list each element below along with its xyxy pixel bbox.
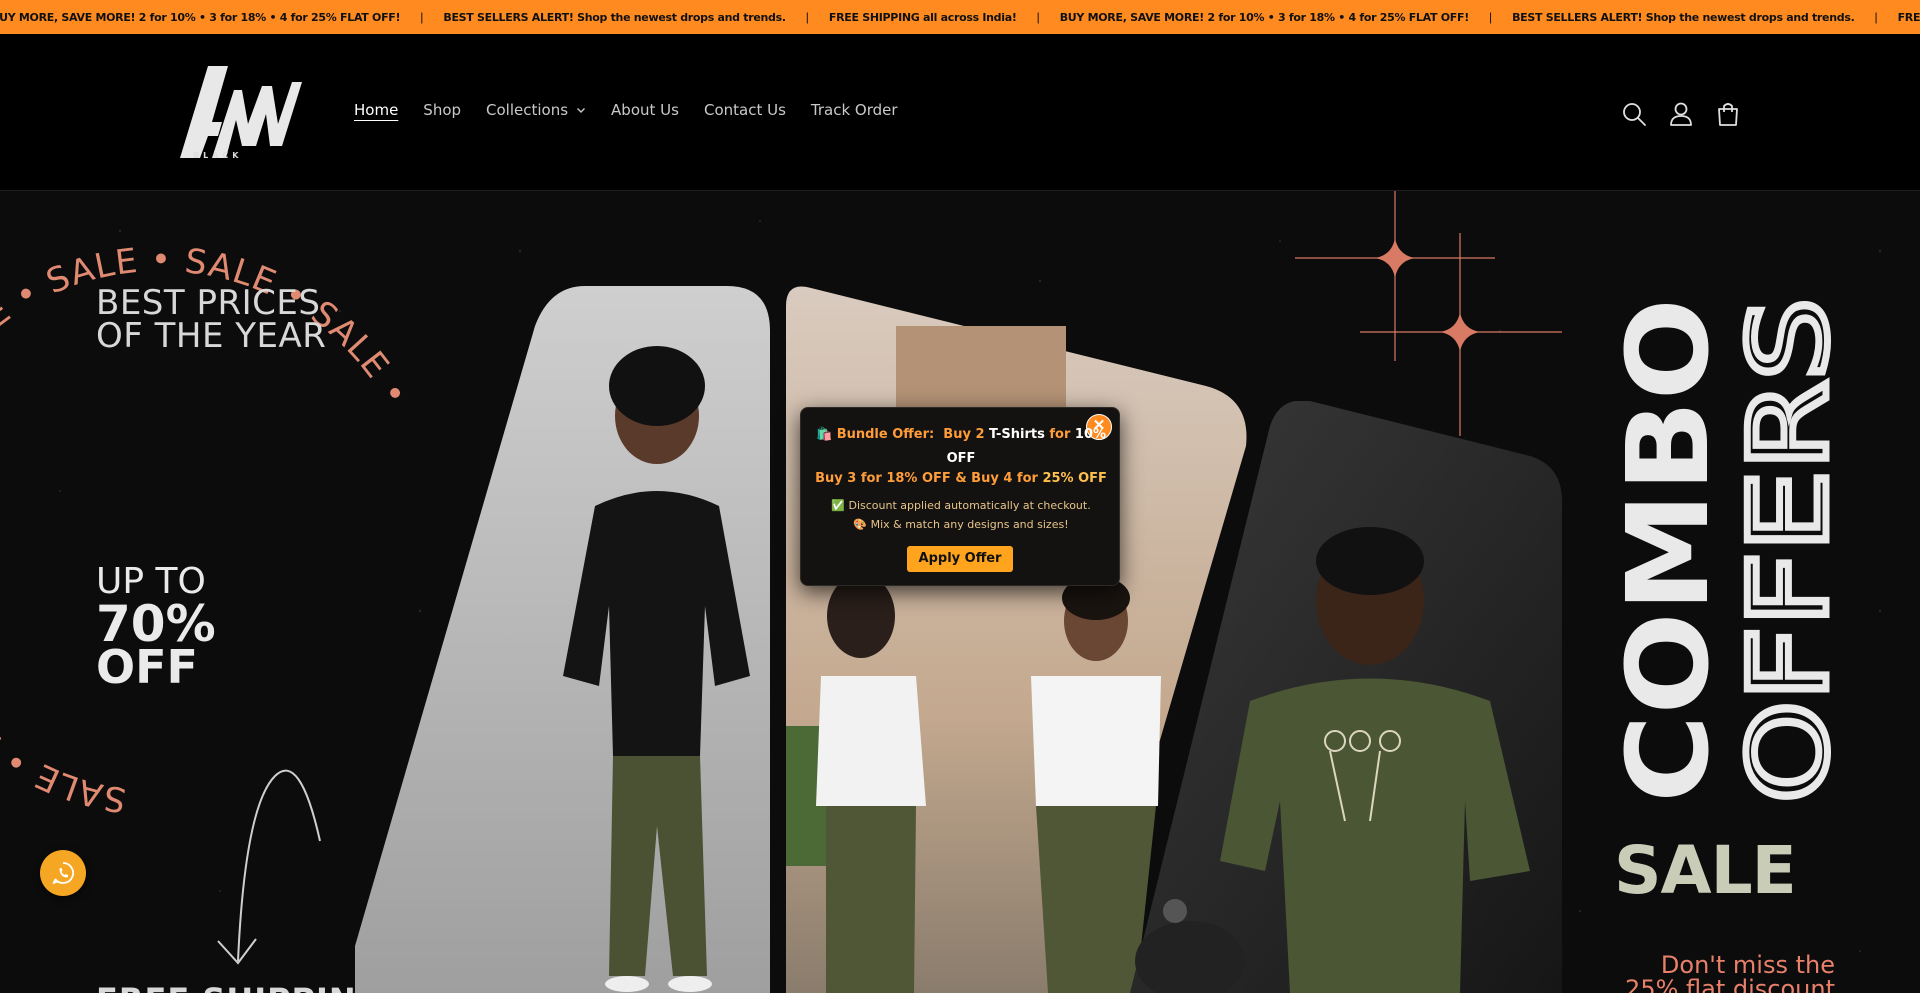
offers-text: OFFERS: [1730, 295, 1850, 807]
palette-icon: 🎨: [853, 518, 868, 531]
announcement-separator: |: [1874, 10, 1878, 24]
whatsapp-button[interactable]: [40, 850, 86, 896]
site-header: BLACK Home Shop Collections About Us Con…: [0, 34, 1920, 191]
logo[interactable]: BLACK: [0, 34, 320, 191]
logo-mark-icon: [180, 66, 302, 158]
popup-buy-2: Buy 2: [943, 427, 985, 442]
main-nav: Home Shop Collections About Us Contact U…: [354, 101, 923, 119]
popup-note-mix: 🎨 Mix & match any designs and sizes!: [811, 518, 1111, 531]
search-icon[interactable]: [1620, 100, 1648, 128]
best-prices-line-2: OF THE YEAR: [96, 316, 327, 356]
combo-text: COMBO: [1607, 298, 1727, 803]
announcement-separator: |: [1488, 10, 1493, 24]
shopping-bags-icon: 🛍️: [815, 427, 833, 442]
dont-miss-text: Don't miss the 25% flat discount: [1610, 953, 1835, 993]
popup-offer-line-2a: Buy 3 for 18% OFF & Buy 4 for: [815, 471, 1038, 486]
hero-banner[interactable]: SALE • SALE • SALE • SALE • SALE • SALE …: [0, 191, 1920, 993]
nav-collections-label: Collections: [486, 101, 569, 119]
svg-text:OFFERS: OFFERS: [1730, 298, 1850, 803]
svg-text:COMBO: COMBO: [1607, 298, 1727, 803]
free-shipping-text: FREE SHIPPING: [96, 981, 384, 993]
popup-bundle-label: Bundle Offer:: [836, 427, 935, 442]
announcement-item: FREE SHIPPING all across India!: [1897, 10, 1920, 24]
announcement-item: BUY MORE, SAVE MORE! 2 for 10% • 3 for 1…: [0, 10, 401, 24]
sale-text: SALE: [1614, 832, 1797, 909]
popup-note-auto: ✅ Discount applied automatically at chec…: [811, 499, 1111, 512]
announcement-item: BUY MORE, SAVE MORE! 2 for 10% • 3 for 1…: [1059, 10, 1470, 24]
announcement-marquee: BUY MORE, SAVE MORE! 2 for 10% • 3 for 1…: [0, 0, 1920, 34]
nav-collections[interactable]: Collections: [486, 101, 586, 119]
best-prices-heading: BEST PRICES OF THE YEAR: [96, 286, 327, 356]
popup-offer-line-2b: 25% OFF: [1042, 471, 1107, 486]
dont-miss-line-2: 25% flat discount: [1625, 975, 1835, 993]
nav-home[interactable]: Home: [354, 101, 398, 119]
model-photo-olive-tee: [1130, 401, 1562, 993]
cart-icon[interactable]: [1714, 100, 1742, 128]
announcement-item: BEST SELLERS ALERT! Shop the newest drop…: [443, 10, 786, 24]
popup-offer-line-1: 🛍️ Bundle Offer: Buy 2 T-Shirts for 10% …: [811, 423, 1111, 471]
header-icons: [1620, 100, 1761, 128]
popup-for: for: [1049, 427, 1071, 442]
announcement-separator: |: [1036, 10, 1040, 24]
announcement-separator: |: [805, 10, 809, 24]
nav-contact[interactable]: Contact Us: [704, 101, 786, 119]
check-icon: ✅: [831, 499, 845, 512]
account-icon[interactable]: [1667, 100, 1695, 128]
dont-miss-line-1: Don't miss the: [1660, 951, 1835, 979]
apply-offer-button[interactable]: Apply Offer: [907, 546, 1013, 572]
announcement-item: BEST SELLERS ALERT! Shop the newest drop…: [1512, 10, 1855, 24]
nav-shop[interactable]: Shop: [423, 101, 461, 119]
popup-note-auto-text: Discount applied automatically at checko…: [848, 499, 1091, 512]
announcement-bar: BUY MORE, SAVE MORE! 2 for 10% • 3 for 1…: [0, 0, 1920, 34]
announcement-item: FREE SHIPPING all across India!: [828, 10, 1017, 24]
model-photo-black-tee: [355, 286, 770, 993]
chevron-down-icon: [577, 108, 586, 113]
nav-about[interactable]: About Us: [611, 101, 679, 119]
popup-note-mix-text: Mix & match any designs and sizes!: [870, 518, 1069, 531]
bundle-offer-popup: ✕ 🛍️ Bundle Offer: Buy 2 T-Shirts for 10…: [800, 407, 1120, 586]
nav-track-order[interactable]: Track Order: [811, 101, 898, 119]
popup-product: T-Shirts: [989, 427, 1045, 442]
popup-offer-line-2: Buy 3 for 18% OFF & Buy 4 for 25% OFF: [811, 471, 1111, 486]
logo-subtext: BLACK: [193, 151, 243, 160]
whatsapp-icon: [52, 862, 74, 884]
off-text: OFF: [96, 640, 198, 694]
announcement-separator: |: [420, 10, 424, 24]
